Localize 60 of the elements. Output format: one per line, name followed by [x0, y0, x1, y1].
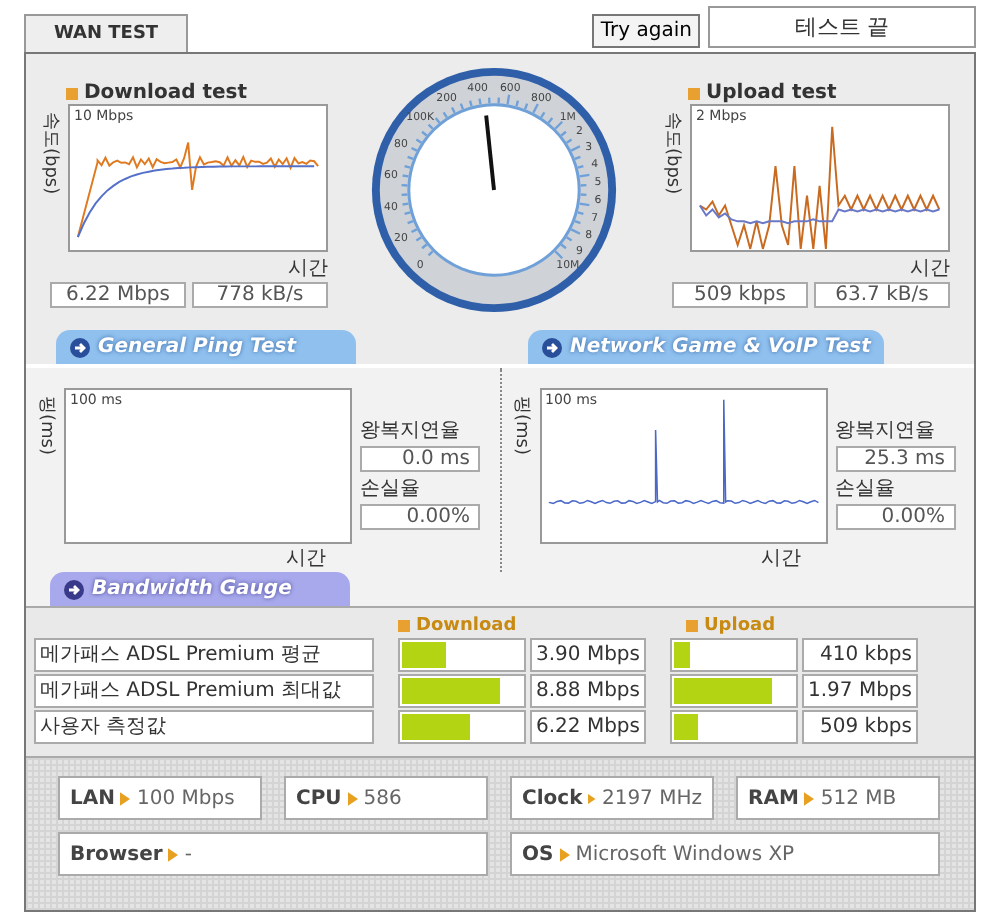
- time-label: 시간: [908, 256, 950, 282]
- bytes-value: 778 kB/s: [192, 282, 328, 308]
- info-value: 2197 MHz: [601, 787, 702, 809]
- loss-label: 손실율: [835, 476, 897, 502]
- time-label: 시간: [286, 546, 328, 572]
- arrow-circle-icon: [70, 337, 90, 357]
- triangle-icon: [168, 847, 179, 861]
- latency-label: 왕복지연율: [360, 418, 462, 444]
- wan-test-tab[interactable]: WAN TEST: [24, 14, 189, 52]
- speed-test-title: Download test: [66, 82, 328, 104]
- column-header: Download: [398, 616, 526, 636]
- info-value: 100 Mbps: [136, 787, 235, 809]
- info-label: LAN: [70, 787, 115, 809]
- table-cell: 8.88 Mbps: [530, 674, 646, 708]
- time-label: 시간: [286, 256, 328, 282]
- info-value: Microsoft Windows XP: [575, 843, 795, 865]
- latency-label: 왕복지연율: [835, 418, 937, 444]
- loss-value: 0.00%: [835, 504, 955, 530]
- loss-value: 0.00%: [360, 504, 480, 530]
- arrow-circle-icon: [64, 579, 84, 599]
- latency-value: 25.3 ms: [835, 446, 955, 472]
- table-cell: 메가패스 ADSL Premium 최대값: [34, 674, 374, 708]
- info-label: OS: [522, 843, 554, 865]
- section-tab[interactable]: Network Game & VoIP Test: [528, 330, 885, 364]
- table-cell: 509 kbps: [802, 710, 918, 744]
- bytes-value: 63.7 kB/s: [814, 282, 950, 308]
- table-cell: 410 kbps: [802, 638, 918, 672]
- info-value: 512 MB: [820, 787, 897, 809]
- info-label: Browser: [70, 843, 163, 865]
- table-cell: 3.90 Mbps: [530, 638, 646, 672]
- triangle-icon: [588, 791, 596, 805]
- time-label: 시간: [761, 546, 803, 572]
- section-tab[interactable]: General Ping Test: [56, 330, 356, 364]
- info-label: RAM: [748, 787, 799, 809]
- triangle-icon: [120, 791, 131, 805]
- try-again-button[interactable]: Try again: [592, 14, 700, 48]
- table-cell: 6.22 Mbps: [530, 710, 646, 744]
- speed-test-title: Upload test: [688, 82, 950, 104]
- axis-label: 핑(ms): [509, 396, 533, 455]
- latency-value: 0.0 ms: [360, 446, 480, 472]
- info-value: -: [184, 843, 192, 865]
- table-cell: 메가패스 ADSL Premium 평균: [34, 638, 374, 672]
- axis-label: 속도(bps): [660, 112, 684, 195]
- column-header: Upload: [686, 616, 798, 636]
- axis-label: 핑(ms): [34, 396, 58, 455]
- rate-value: 509 kbps: [672, 282, 808, 308]
- section-tab[interactable]: Bandwidth Gauge: [50, 572, 350, 606]
- triangle-icon: [559, 847, 570, 861]
- info-label: Clock: [522, 787, 583, 809]
- table-cell: 1.97 Mbps: [802, 674, 918, 708]
- info-value: 586: [363, 787, 402, 809]
- table-cell: 사용자 측정값: [34, 710, 374, 744]
- arrow-circle-icon: [542, 337, 562, 357]
- status-field: 테스트 끝: [708, 6, 976, 48]
- loss-label: 손실율: [360, 476, 422, 502]
- triangle-icon: [347, 791, 358, 805]
- triangle-icon: [804, 791, 815, 805]
- rate-value: 6.22 Mbps: [50, 282, 186, 308]
- info-label: CPU: [296, 787, 342, 809]
- axis-label: 속도(bps): [38, 112, 62, 195]
